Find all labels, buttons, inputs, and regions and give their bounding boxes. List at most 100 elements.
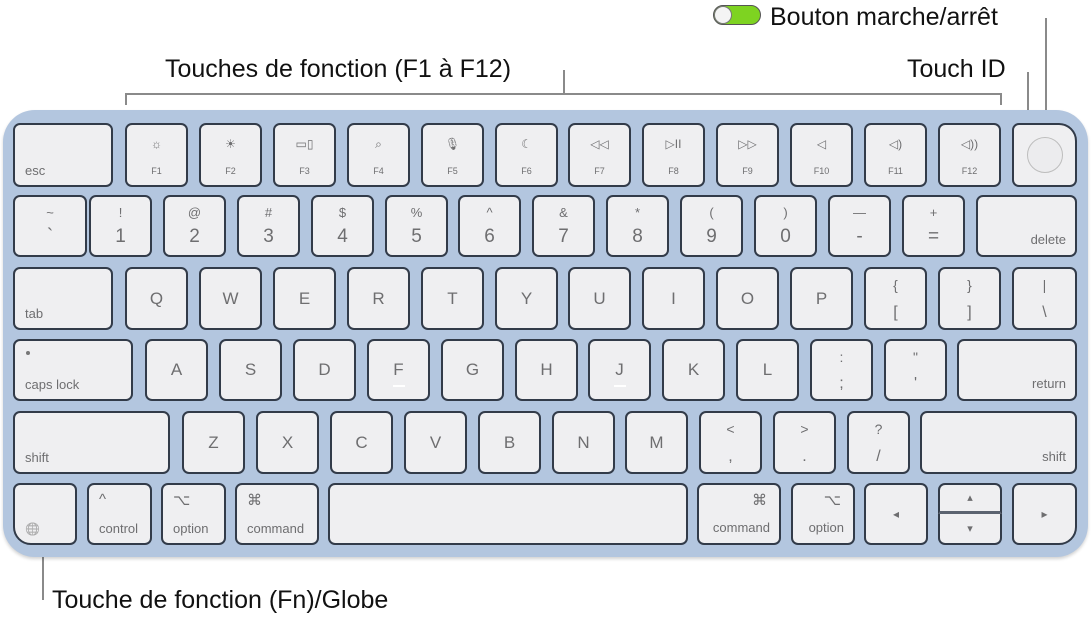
key-l[interactable]: L [736,339,799,401]
key-shift-symbol: @ [187,205,202,220]
key-f7[interactable]: ◁◁ F7 [568,123,631,187]
callout-function-keys: Touches de fonction (F1 à F12) [165,55,512,83]
key-v[interactable]: V [404,411,467,474]
key-f8[interactable]: ▷II F8 [642,123,705,187]
globe-icon: 🌐 [25,522,40,536]
key-4[interactable]: $4 [311,195,374,257]
key-c[interactable]: C [330,411,393,474]
key-punct5-2[interactable]: ? / [847,411,910,474]
key-esc[interactable]: esc [13,123,113,187]
key-backtick[interactable]: ~ ` [13,195,87,257]
key-arrow-left[interactable]: ◂ [864,483,928,545]
option-icon: ⌥ [823,492,841,509]
key-b[interactable]: B [478,411,541,474]
key-option-right[interactable]: ⌥ option [791,483,855,545]
key-s[interactable]: S [219,339,282,401]
key-option-left[interactable]: ⌥ option [161,483,226,545]
key-f11[interactable]: ◁) F11 [864,123,927,187]
leader-power-button [1045,18,1047,110]
key-f9[interactable]: ▷▷ F9 [716,123,779,187]
key-shift-symbol: > [800,421,809,437]
key-u[interactable]: U [568,267,631,330]
key-tab[interactable]: tab [13,267,113,330]
touch-id-button[interactable] [1012,123,1077,187]
arrow-up-down-keys: ▴ ▾ [938,483,1002,545]
key-arrow-down[interactable]: ▾ [938,514,1002,545]
key-space[interactable] [328,483,688,545]
key-shift-right[interactable]: shift [920,411,1077,474]
home-row-bump [613,385,626,387]
fingerprint-sensor-icon [1026,137,1063,173]
key-t[interactable]: T [421,267,484,330]
key-bracket-0[interactable]: {[ [864,267,927,330]
key-n[interactable]: N [552,411,615,474]
key-shift-symbol: ^ [486,205,493,220]
key-i[interactable]: I [642,267,705,330]
key-e[interactable]: E [273,267,336,330]
key-f6[interactable]: ☾ F6 [495,123,558,187]
key-0[interactable]: ) 0 [754,195,817,257]
key-command-right[interactable]: ⌘ command [697,483,781,545]
key-delete[interactable]: delete [976,195,1077,257]
key-f4[interactable]: ⌕ F4 [347,123,410,187]
key-6[interactable]: ^ 6 [458,195,521,257]
key-main-symbol: 8 [632,226,643,247]
key-f[interactable]: F [367,339,430,401]
key-bracket-1[interactable]: }] [938,267,1001,330]
key-label: F7 [594,166,605,176]
key-punct-0[interactable]: :; [810,339,873,401]
key-main-symbol: , [728,448,733,465]
key-9[interactable]: (9 [680,195,743,257]
key-x[interactable]: X [256,411,319,474]
key-=[interactable]: + = [902,195,965,257]
key-k[interactable]: K [662,339,725,401]
key-main-symbol: ] [967,304,972,321]
key-5[interactable]: % 5 [385,195,448,257]
key-q[interactable]: Q [125,267,188,330]
key-7[interactable]: & 7 [532,195,595,257]
key-main-symbol: 2 [189,226,200,247]
key--[interactable]: — - [828,195,891,257]
key-shift-symbol: % [410,205,423,220]
key-punct-1[interactable]: " ' [884,339,947,401]
key-f3[interactable]: ▭▯ F3 [273,123,336,187]
key-shift-symbol: ? [874,421,883,437]
key-control[interactable]: ^ control [87,483,152,545]
key-w[interactable]: W [199,267,262,330]
key-punct5-0[interactable]: <, [699,411,762,474]
key-m[interactable]: M [625,411,688,474]
key-command-left[interactable]: ⌘ command [235,483,319,545]
key-label: F3 [299,166,310,176]
key-f5[interactable]: 🎙 F5 [421,123,484,187]
key-3[interactable]: #3 [237,195,300,257]
key-r[interactable]: R [347,267,410,330]
key-letter: E [298,288,311,308]
key-2[interactable]: @2 [163,195,226,257]
key-h[interactable]: H [515,339,578,401]
brightness-down-icon: ☼ [151,137,162,151]
key-8[interactable]: * 8 [606,195,669,257]
key-arrow-right[interactable]: ▸ [1012,483,1077,545]
key-y[interactable]: Y [495,267,558,330]
key-1[interactable]: ! 1 [89,195,152,257]
key-label: F1 [151,166,162,176]
key-shift-left[interactable]: shift [13,411,170,474]
key-p[interactable]: P [790,267,853,330]
key-j[interactable]: J [588,339,651,401]
arrow-down-icon: ▾ [967,523,973,535]
key-f12[interactable]: ◁)) F12 [938,123,1001,187]
key-a[interactable]: A [145,339,208,401]
key-arrow-up[interactable]: ▴ [938,483,1002,514]
key-f2[interactable]: ☀ F2 [199,123,262,187]
key-f10[interactable]: ◁ F10 [790,123,853,187]
key-fn-globe[interactable]: 🌐 [13,483,77,545]
key-punct5-1[interactable]: >. [773,411,836,474]
key-z[interactable]: Z [182,411,245,474]
key-bracket-2[interactable]: | \ [1012,267,1077,330]
key-caps-lock[interactable]: caps lock [13,339,133,401]
key-g[interactable]: G [441,339,504,401]
key-return[interactable]: return [957,339,1077,401]
key-d[interactable]: D [293,339,356,401]
key-f1[interactable]: ☼ F1 [125,123,188,187]
key-o[interactable]: O [716,267,779,330]
